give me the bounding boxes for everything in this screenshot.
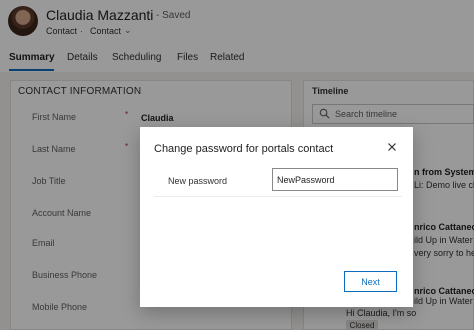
close-icon[interactable] xyxy=(384,139,400,155)
new-password-input[interactable] xyxy=(272,168,398,191)
dialog-title: Change password for portals contact xyxy=(154,143,334,155)
new-password-label: New password xyxy=(168,176,228,186)
next-button[interactable]: Next xyxy=(344,271,397,292)
change-password-dialog: Change password for portals contact New … xyxy=(140,127,413,307)
